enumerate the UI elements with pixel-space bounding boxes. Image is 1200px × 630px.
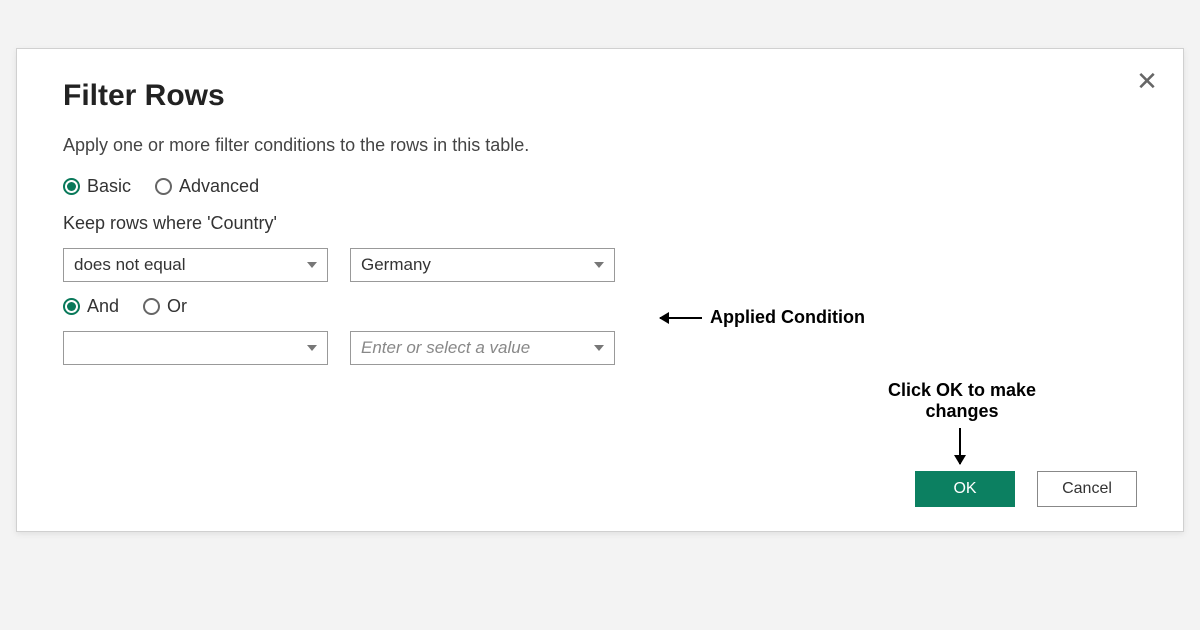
condition-row-1: does not equal Germany — [63, 248, 1137, 282]
chevron-down-icon — [307, 262, 317, 268]
cancel-button[interactable]: Cancel — [1037, 471, 1137, 507]
dialog-title: Filter Rows — [63, 79, 1137, 113]
mode-advanced-radio[interactable]: Advanced — [155, 176, 259, 197]
radio-icon — [63, 178, 80, 195]
logic-radio-group: And Or — [63, 296, 1137, 317]
operator-dropdown-1[interactable]: does not equal — [63, 248, 328, 282]
condition-row-2: Enter or select a value — [63, 331, 1137, 365]
chevron-down-icon — [594, 345, 604, 351]
radio-icon — [63, 298, 80, 315]
dialog-subtitle: Apply one or more filter conditions to t… — [63, 135, 1137, 156]
operator-dropdown-2[interactable] — [63, 331, 328, 365]
mode-advanced-label: Advanced — [179, 176, 259, 197]
chevron-down-icon — [307, 345, 317, 351]
logic-and-label: And — [87, 296, 119, 317]
radio-icon — [155, 178, 172, 195]
value-dropdown-1[interactable]: Germany — [350, 248, 615, 282]
mode-basic-radio[interactable]: Basic — [63, 176, 131, 197]
mode-radio-group: Basic Advanced — [63, 176, 1137, 197]
value-text-1: Germany — [361, 255, 431, 275]
filter-rows-dialog: ✕ Filter Rows Apply one or more filter c… — [16, 48, 1184, 532]
close-button[interactable]: ✕ — [1133, 67, 1161, 95]
logic-or-label: Or — [167, 296, 187, 317]
value-placeholder-2: Enter or select a value — [361, 338, 530, 358]
arrow-down-icon — [959, 428, 961, 464]
ok-button[interactable]: OK — [915, 471, 1015, 507]
arrow-left-icon — [660, 317, 702, 319]
operator-value-1: does not equal — [74, 255, 186, 275]
value-dropdown-2[interactable]: Enter or select a value — [350, 331, 615, 365]
chevron-down-icon — [594, 262, 604, 268]
dialog-buttons: OK Cancel — [915, 471, 1137, 507]
mode-basic-label: Basic — [87, 176, 131, 197]
logic-and-radio[interactable]: And — [63, 296, 119, 317]
keep-rows-label: Keep rows where 'Country' — [63, 213, 1137, 234]
logic-or-radio[interactable]: Or — [143, 296, 187, 317]
radio-icon — [143, 298, 160, 315]
